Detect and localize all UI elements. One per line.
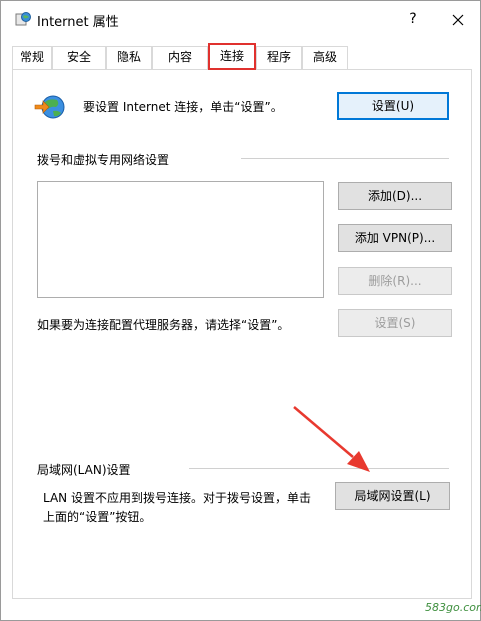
close-button[interactable] bbox=[441, 5, 475, 33]
window-title: Internet 属性 bbox=[37, 15, 119, 30]
network-globe-icon bbox=[34, 95, 65, 119]
tab-programs[interactable]: 程序 bbox=[256, 46, 302, 69]
tab-security[interactable]: 安全 bbox=[52, 46, 106, 69]
lan-text-line1: LAN 设置不应用到拨号连接。对于拨号设置，单击 bbox=[43, 491, 311, 505]
lan-separator bbox=[189, 468, 449, 469]
dialup-settings-button[interactable]: 设置(S) bbox=[338, 309, 452, 337]
setup-instruction: 要设置 Internet 连接，单击“设置”。 bbox=[83, 100, 283, 114]
tab-advanced[interactable]: 高级 bbox=[302, 46, 348, 69]
tab-content[interactable]: 内容 bbox=[152, 46, 208, 69]
lan-settings-button[interactable]: 局域网设置(L) bbox=[335, 482, 450, 510]
dialup-heading: 拨号和虚拟专用网络设置 bbox=[37, 153, 170, 167]
dialup-separator bbox=[241, 158, 449, 159]
help-button[interactable]: ? bbox=[399, 5, 427, 33]
watermark: 583go.com bbox=[425, 601, 481, 614]
add-button[interactable]: 添加(D)... bbox=[338, 182, 452, 210]
close-icon bbox=[452, 14, 464, 25]
internet-options-icon bbox=[15, 12, 31, 26]
title-bar: Internet 属性 ? bbox=[1, 1, 480, 39]
tab-connections[interactable]: 连接 bbox=[208, 43, 256, 70]
remove-button[interactable]: 删除(R)... bbox=[338, 267, 452, 295]
setup-button[interactable]: 设置(U) bbox=[337, 92, 449, 120]
tab-general[interactable]: 常规 bbox=[12, 46, 52, 69]
lan-text-line2: 上面的“设置”按钮。 bbox=[43, 510, 152, 524]
proxy-instruction: 如果要为连接配置代理服务器，请选择“设置”。 bbox=[37, 318, 290, 332]
connections-listbox[interactable] bbox=[37, 181, 324, 298]
tab-privacy[interactable]: 隐私 bbox=[106, 46, 152, 69]
lan-heading: 局域网(LAN)设置 bbox=[37, 463, 131, 477]
internet-properties-window: Internet 属性 ? 常规 安全 隐私 内容 连接 程序 高级 要设置 I… bbox=[0, 0, 481, 621]
add-vpn-button[interactable]: 添加 VPN(P)... bbox=[338, 224, 452, 252]
